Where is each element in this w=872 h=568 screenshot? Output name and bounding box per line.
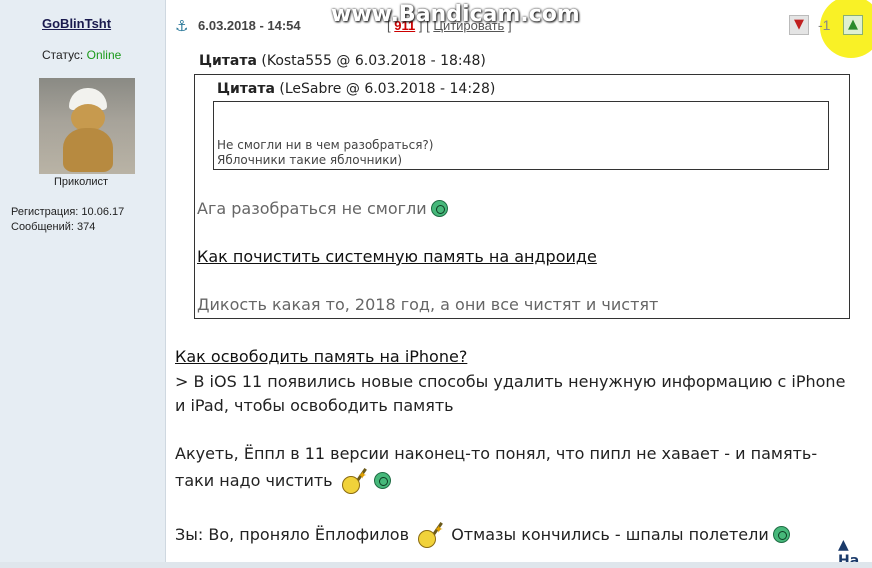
user-message-count: Сообщений: 374 (11, 221, 96, 233)
thumbs-up-icon[interactable]: ▲ (843, 15, 863, 35)
arrow-up-icon: ▲ (838, 537, 849, 553)
user-status: Статус: Online (42, 48, 121, 62)
avatar (39, 78, 135, 174)
outer-quote-text: Ага разобраться не смогли (197, 199, 427, 218)
user-registration: Регистрация: 10.06.17 (11, 206, 125, 218)
anchor-icon[interactable]: ⚓ (175, 17, 188, 35)
status-label: Статус: (42, 48, 84, 62)
post-paragraph-text: Зы: Во, проняло Ёплофилов (175, 525, 410, 544)
green-smile-icon (430, 200, 448, 217)
outer-quote-line: Ага разобраться не смогли (197, 199, 448, 218)
outer-quote-meta: (Kosta555 @ 6.03.2018 - 18:48) (256, 53, 486, 69)
bandicam-watermark: www.Bandicam.com (331, 2, 580, 27)
user-sidebar: GoBlinTsht Статус: Online Приколист Реги… (0, 0, 166, 568)
avatar-body (63, 128, 113, 172)
green-smile-icon (772, 526, 790, 543)
post-paragraph: Зы: Во, проняло Ёплофилов ✦ Отмазы кончи… (175, 520, 855, 548)
inner-quote-line: Не смогли ни в чем разобраться?) (217, 138, 434, 152)
outer-quote-label: Цитата (199, 53, 257, 69)
username-link[interactable]: GoBlinTsht (42, 16, 111, 31)
post-paragraph-text: Отмазы кончились - шпалы полетели (451, 525, 769, 544)
thumbs-down-icon[interactable]: ▼ (789, 15, 809, 35)
user-rank: Приколист (54, 176, 109, 188)
inner-quote-meta: (LeSabre @ 6.03.2018 - 14:28) (274, 81, 496, 97)
inner-quote-label: Цитата (217, 81, 275, 97)
magic-wand-smile-icon: ✦ (340, 466, 370, 494)
post-rating: -1 (818, 17, 831, 33)
inner-quote-line: Яблочники такие яблочники) (217, 153, 403, 167)
post-paragraph: > В iOS 11 появились новые способы удали… (175, 372, 846, 415)
green-smile-icon (373, 472, 391, 489)
post-date: 6.03.2018 - 14:54 (198, 18, 301, 33)
inner-quote-header: Цитата (LeSabre @ 6.03.2018 - 14:28) (217, 81, 495, 97)
outer-quote-line: Дикость какая то, 2018 год, а они все чи… (197, 295, 659, 314)
outer-quote-header: Цитата (Kosta555 @ 6.03.2018 - 18:48) (199, 53, 486, 69)
article-link[interactable]: Как освободить память на iPhone? (175, 347, 467, 366)
status-bar (0, 562, 872, 568)
post-paragraph-text: Акуеть, Ёппл в 11 версии наконец-то поня… (175, 444, 818, 490)
post-paragraph: Акуеть, Ёппл в 11 версии наконец-то поня… (175, 442, 855, 494)
status-value: Online (86, 48, 122, 62)
outer-quote-link[interactable]: Как почистить системную память на андрои… (197, 247, 597, 266)
magic-wand-smile-icon: ✦ (416, 520, 446, 548)
